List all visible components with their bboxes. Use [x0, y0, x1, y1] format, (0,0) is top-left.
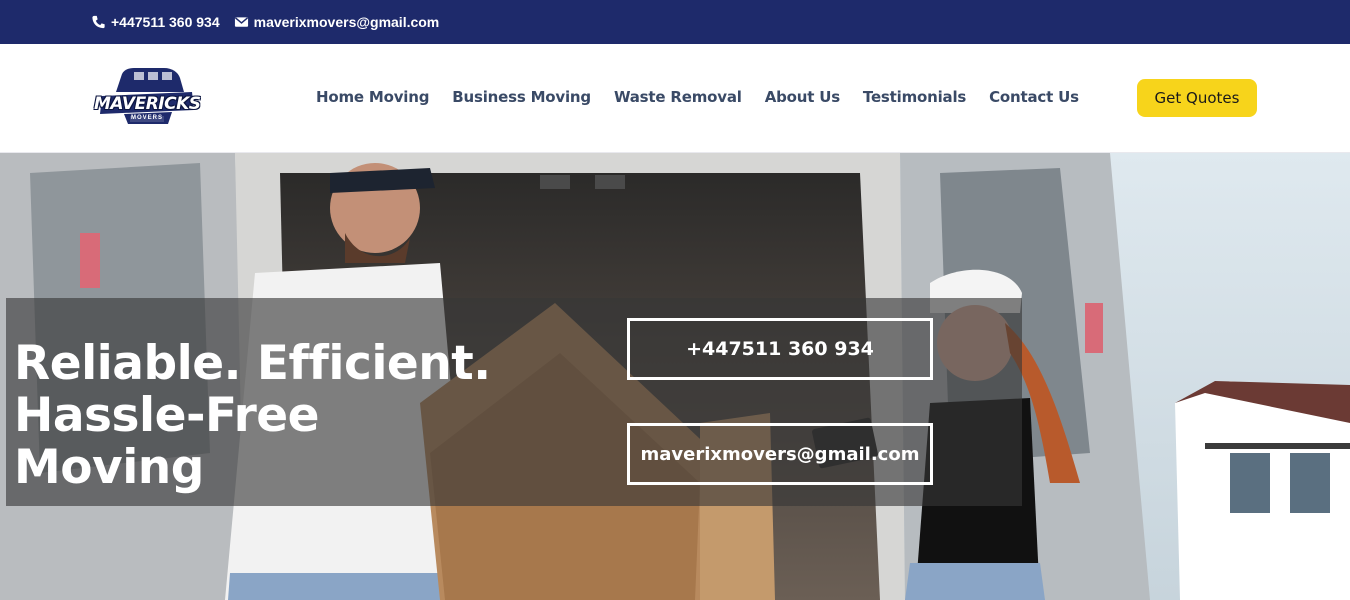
top-contact-bar: +447511 360 934 maverixmovers@gmail.com [0, 0, 1350, 44]
hero-phone-button[interactable]: +447511 360 934 [627, 318, 933, 380]
site-header: MAVERICKS MOVERS Home Moving Business Mo… [0, 44, 1350, 153]
envelope-icon [234, 15, 249, 29]
hero-section: Reliable. Efficient. Hassle-Free Moving … [0, 153, 1350, 600]
logo-tagline: MOVERS [130, 115, 163, 121]
nav-item-testimonials[interactable]: Testimonials [863, 88, 966, 106]
nav-item-contact-us[interactable]: Contact Us [989, 88, 1079, 106]
nav-item-home-moving[interactable]: Home Moving [316, 88, 429, 106]
topbar-phone-text: +447511 360 934 [111, 14, 220, 30]
nav-item-about-us[interactable]: About Us [765, 88, 840, 106]
phone-icon [91, 15, 106, 29]
hero-email-button[interactable]: maverixmovers@gmail.com [627, 423, 933, 485]
hero-headline-line2: Hassle-Free Moving [14, 388, 320, 495]
site-logo[interactable]: MAVERICKS MOVERS [94, 62, 201, 132]
main-nav: Home Moving Business Moving Waste Remova… [316, 88, 1102, 106]
get-quotes-button[interactable]: Get Quotes [1137, 79, 1257, 117]
topbar-phone-link[interactable]: +447511 360 934 [91, 14, 220, 30]
logo-name: MAVERICKS [94, 94, 201, 114]
nav-item-waste-removal[interactable]: Waste Removal [614, 88, 742, 106]
topbar-email-link[interactable]: maverixmovers@gmail.com [234, 14, 440, 30]
topbar-email-text: maverixmovers@gmail.com [253, 14, 440, 30]
hero-headline-line1: Reliable. Efficient. [14, 336, 491, 391]
nav-item-business-moving[interactable]: Business Moving [452, 88, 591, 106]
hero-headline: Reliable. Efficient. Hassle-Free Moving [14, 338, 514, 494]
